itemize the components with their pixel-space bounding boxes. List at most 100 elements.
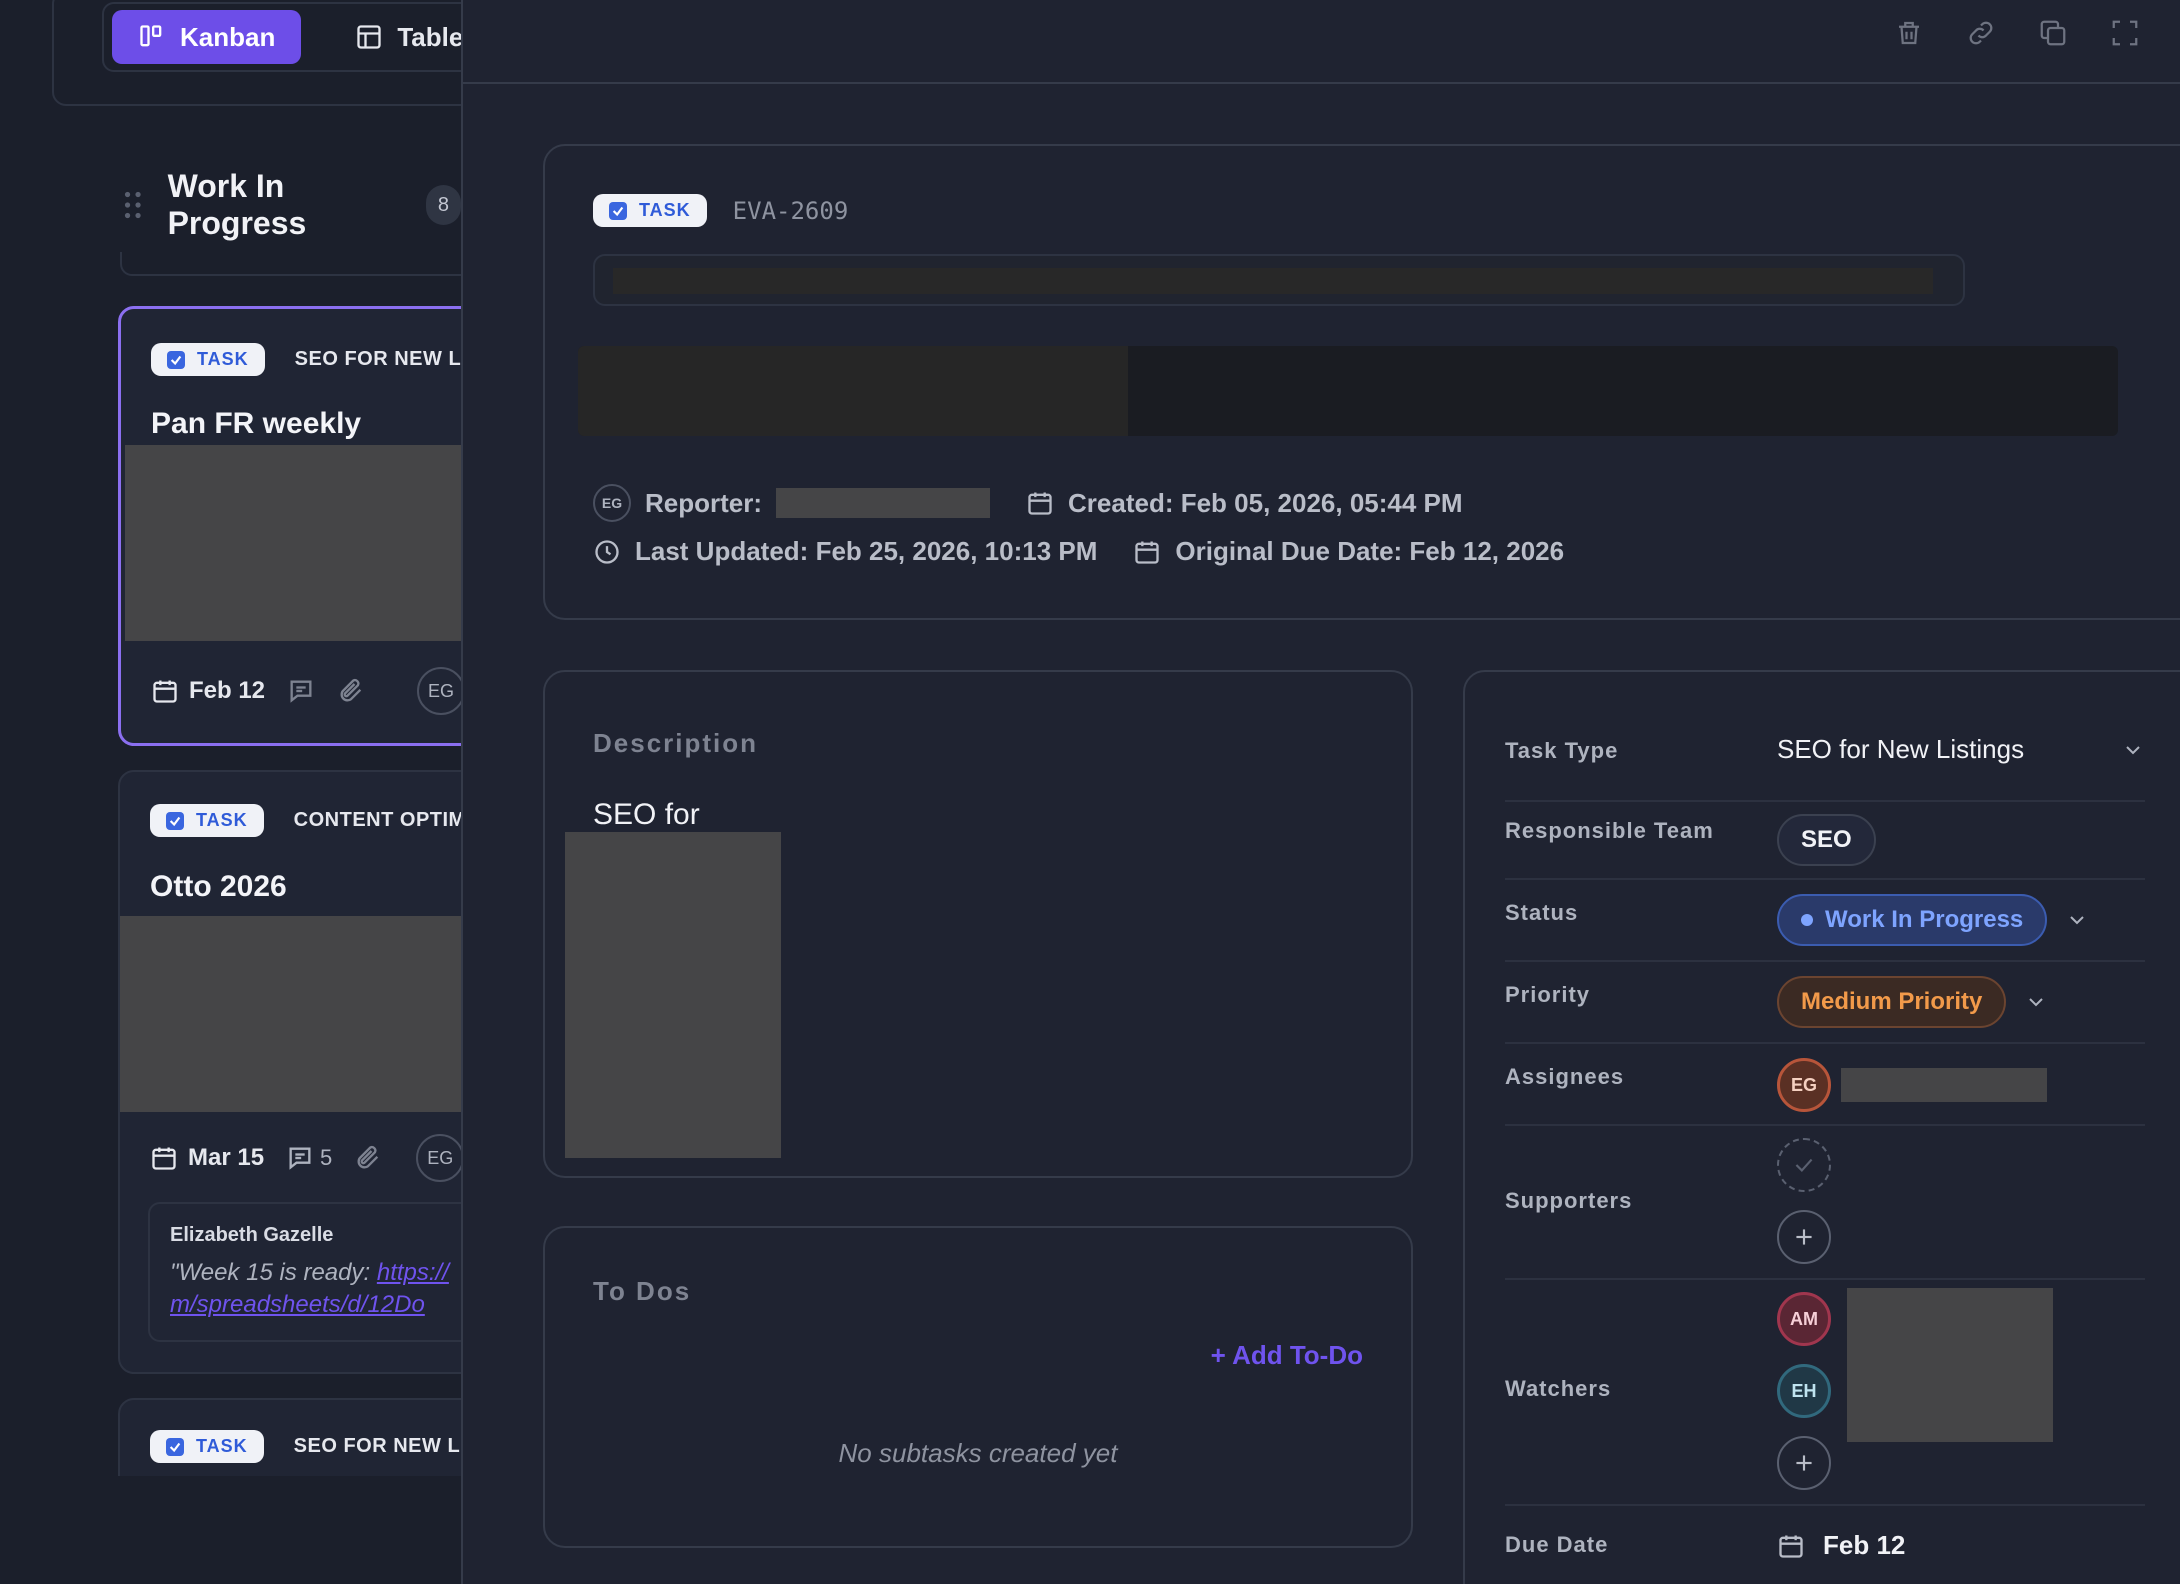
add-watcher-button[interactable] — [1777, 1436, 1831, 1490]
attachment-icon[interactable] — [354, 1144, 382, 1172]
comment-icon[interactable] — [287, 677, 315, 705]
redacted-summary — [578, 346, 2118, 436]
status-dot — [1801, 914, 1813, 926]
tab-table-label: Table — [397, 21, 461, 52]
checkbox-icon — [166, 1437, 184, 1456]
latest-comment[interactable]: Elizabeth Gazelle "Week 15 is ready: htt… — [148, 1202, 461, 1342]
calendar-icon — [1135, 541, 1160, 564]
chevron-down-icon — [2029, 998, 2044, 1007]
description-card[interactable]: Description SEO for — [543, 670, 1413, 1178]
meta-row-2: Last Updated: Feb 25, 2026, 10:13 PM Ori… — [593, 536, 1564, 567]
comment-text-prefix: "Week 15 is ready: — [170, 1259, 377, 1286]
prop-label: Status — [1505, 900, 1579, 925]
checkbox-icon — [609, 201, 627, 220]
prop-assignees: Assignees EG — [1505, 1044, 2145, 1126]
checkbox-icon — [167, 350, 185, 369]
drag-handle-icon[interactable] — [124, 191, 142, 219]
task-badge: TASK — [150, 1430, 264, 1463]
supporter-placeholder[interactable] — [1777, 1138, 1831, 1192]
priority-select[interactable]: Medium Priority — [1777, 976, 2048, 1028]
avatar[interactable]: EG — [593, 484, 631, 522]
task-card[interactable]: TASK SEO FOR NEW LISTINGS Pan FR weekly … — [118, 306, 461, 746]
attachment-icon[interactable] — [337, 677, 365, 705]
redacted-block — [120, 916, 461, 1112]
meta-row-1: EG Reporter: Created: Feb 05, 2026, 05:4… — [593, 484, 1463, 522]
comment-link[interactable]: https:// — [377, 1259, 449, 1286]
avatar[interactable]: AM — [1777, 1292, 1831, 1346]
team-chip[interactable]: SEO — [1777, 814, 1876, 866]
redacted-description — [565, 832, 781, 1158]
task-badge: TASK — [150, 804, 264, 837]
original-due-label: Original Due Date: Feb 12, 2026 — [1175, 536, 1565, 566]
clock-icon — [595, 539, 619, 564]
avatar[interactable]: EH — [1777, 1364, 1831, 1418]
redacted-title — [613, 268, 1933, 294]
prop-status: Status Work In Progress — [1505, 880, 2145, 962]
avatar[interactable]: EG — [1777, 1058, 1831, 1112]
check-icon — [1795, 1158, 1813, 1172]
prop-supporters: Supporters — [1505, 1126, 2145, 1280]
prop-priority: Priority Medium Priority — [1505, 962, 2145, 1044]
status-badge: Work In Progress — [1777, 894, 2048, 946]
avatar[interactable]: EG — [416, 1134, 461, 1182]
avatar[interactable]: EG — [417, 667, 461, 715]
tab-kanban[interactable]: Kanban — [112, 10, 302, 64]
task-badge-label: TASK — [639, 200, 691, 220]
prop-label: Task Type — [1505, 738, 1619, 763]
expand-icon[interactable] — [2110, 18, 2140, 48]
kanban-icon — [140, 25, 162, 47]
task-id[interactable]: EVA-2609 — [733, 197, 849, 225]
tab-kanban-label: Kanban — [180, 21, 276, 52]
reporter: EG Reporter: — [593, 484, 991, 522]
description-heading: Description — [593, 728, 759, 758]
prop-responsible-team: Responsible Team SEO — [1505, 802, 2145, 880]
task-title-input[interactable] — [593, 254, 1965, 306]
calendar-icon — [152, 1147, 176, 1170]
prop-label: Watchers — [1505, 1376, 1612, 1401]
card-due-label: Feb 12 — [189, 677, 266, 704]
add-supporter-button[interactable] — [1777, 1210, 1831, 1264]
comment-text: "Week 15 is ready: https:// m/spreadshee… — [170, 1257, 461, 1321]
add-todo-button[interactable]: + Add To-Do — [1211, 1340, 1363, 1371]
task-badge-label: TASK — [196, 810, 248, 830]
prop-due-date: Due Date Feb 12 — [1505, 1506, 2145, 1584]
chevron-down-icon — [2070, 916, 2084, 925]
task-badge-label: TASK — [196, 1436, 248, 1456]
column-header: Work In Progress 8 — [124, 168, 461, 242]
table-icon — [357, 25, 382, 49]
link-icon[interactable] — [1966, 18, 1996, 48]
redacted-reporter — [776, 488, 991, 518]
redacted-block — [125, 445, 461, 641]
checkbox-icon — [166, 811, 184, 830]
task-badge-label: TASK — [197, 349, 249, 369]
tab-table[interactable]: Table — [329, 10, 461, 64]
comment-count[interactable]: 5 — [286, 1144, 332, 1172]
prop-label: Due Date — [1505, 1532, 1609, 1557]
todos-empty-state: No subtasks created yet — [838, 1438, 1118, 1468]
task-card[interactable]: TASK CONTENT OPTIMIZATION Otto 2026 Mar … — [118, 770, 461, 1374]
comment-author: Elizabeth Gazelle — [170, 1224, 334, 1246]
comment-icon — [289, 1147, 311, 1170]
task-type-select[interactable]: SEO for New Listings — [1777, 734, 2145, 765]
status-select[interactable]: Work In Progress — [1777, 894, 2089, 946]
due-date-picker[interactable]: Feb 12 — [1777, 1530, 1905, 1561]
card-title: Pan FR weekly — [151, 407, 362, 440]
card-due-date: Mar 15 — [150, 1144, 264, 1172]
plus-icon — [1796, 1455, 1812, 1471]
todos-card: To Dos + Add To-Do No subtasks created y… — [543, 1226, 1413, 1548]
last-updated-label: Last Updated: Feb 25, 2026, 10:13 PM — [635, 536, 1098, 566]
column-count: 8 — [425, 185, 461, 225]
trash-icon[interactable] — [1894, 18, 1924, 48]
redacted-assignee-name — [1841, 1068, 2047, 1102]
task-badge: TASK — [593, 194, 707, 227]
task-detail-panel: TASK EVA-2609 EG Reporter: Created: Feb … — [461, 0, 2180, 1584]
redacted-watcher-names — [1847, 1288, 2053, 1442]
comment-link[interactable]: m/spreadsheets/d/12Do — [170, 1291, 425, 1318]
comment-count-label: 5 — [320, 1145, 333, 1170]
due-date-value: Feb 12 — [1823, 1530, 1906, 1560]
prop-label: Assignees — [1505, 1064, 1625, 1089]
card-category: CONTENT OPTIMIZATION — [293, 809, 461, 831]
duplicate-icon[interactable] — [2038, 18, 2068, 48]
properties-card: Task Type SEO for New Listings Responsib… — [1463, 670, 2180, 1584]
kanban-board: Kanban Table Work In Progress 8 TASK SEO… — [0, 0, 461, 1584]
